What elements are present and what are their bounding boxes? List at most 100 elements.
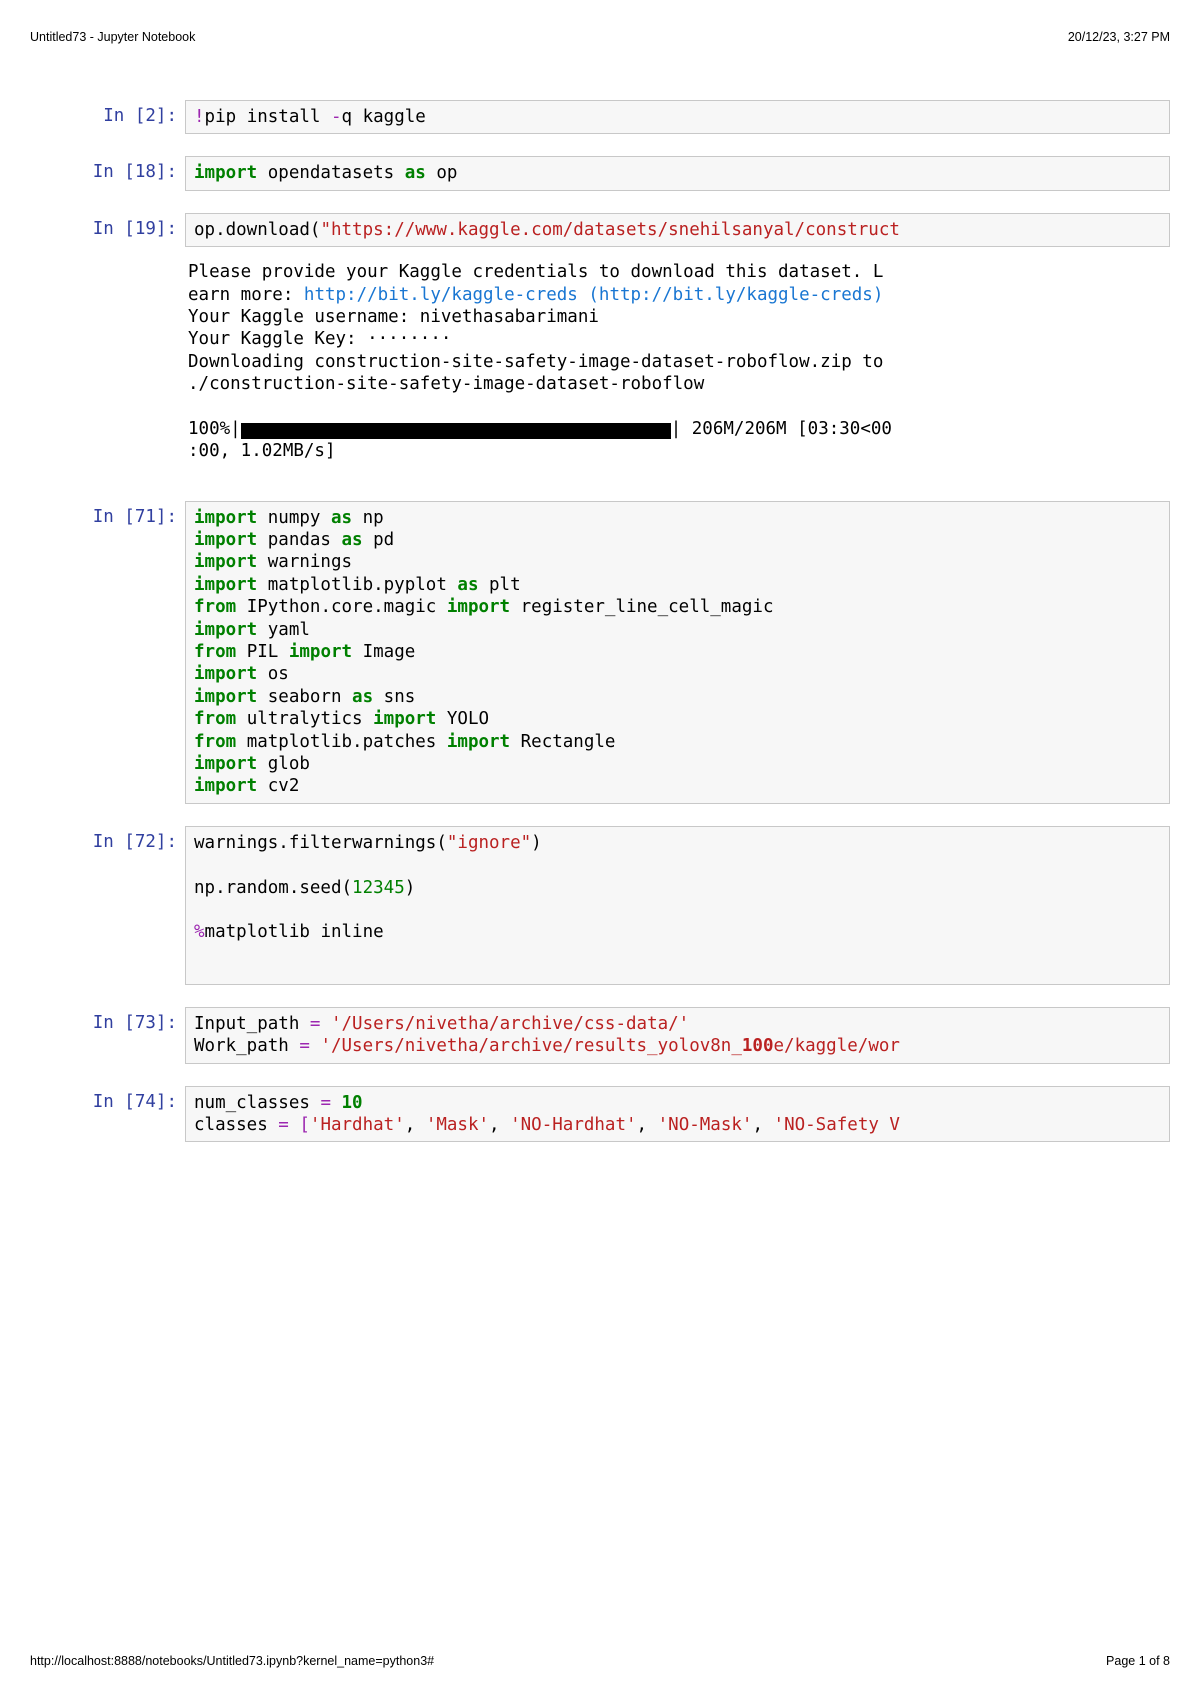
output-text: earn more:: [188, 285, 304, 305]
code-text: matplotlib.patches: [236, 732, 447, 752]
keyword-import: import: [289, 642, 352, 662]
code-text: ,: [489, 1115, 510, 1135]
keyword-import: import: [194, 620, 257, 640]
code-cell: In [71]: import numpy as np import panda…: [90, 501, 1170, 804]
code-text: seaborn: [257, 687, 352, 707]
code-text: numpy: [257, 508, 331, 528]
page-number: Page 1 of 8: [1106, 1654, 1170, 1668]
input-prompt: In [19]:: [90, 213, 185, 240]
code-text: pd: [363, 530, 395, 550]
keyword-import: import: [194, 552, 257, 572]
keyword-as: as: [352, 687, 373, 707]
code-text: matplotlib inline: [205, 922, 384, 942]
keyword-from: from: [194, 732, 236, 752]
code-text: plt: [478, 575, 520, 595]
code-text: YOLO: [436, 709, 489, 729]
string-literal: "ignore": [447, 833, 531, 853]
code-text: ultralytics: [236, 709, 373, 729]
code-input[interactable]: import numpy as np import pandas as pd i…: [185, 501, 1170, 804]
magic-operator: %: [194, 922, 205, 942]
output-text: Your Kaggle Key: ········: [188, 329, 451, 349]
keyword-import: import: [194, 530, 257, 550]
number-literal: 10: [342, 1093, 363, 1113]
string-literal: 'NO-Safety V: [774, 1115, 900, 1135]
keyword-from: from: [194, 642, 236, 662]
code-text: os: [257, 664, 289, 684]
code-cell: In [74]: num_classes = 10 classes = ['Ha…: [90, 1086, 1170, 1143]
keyword-as: as: [342, 530, 363, 550]
code-input[interactable]: warnings.filterwarnings("ignore") np.ran…: [185, 826, 1170, 985]
keyword-import: import: [194, 776, 257, 796]
code-text: np.random.seed(: [194, 878, 352, 898]
keyword-import: import: [373, 709, 436, 729]
code-cell: In [73]: Input_path = '/Users/nivetha/ar…: [90, 1007, 1170, 1064]
keyword-import: import: [194, 754, 257, 774]
code-text: num_classes: [194, 1093, 320, 1113]
code-text: pandas: [257, 530, 341, 550]
code-text: matplotlib.pyplot: [257, 575, 457, 595]
progress-bar: [241, 423, 671, 439]
input-prompt: In [2]:: [90, 100, 185, 127]
code-text: warnings.filterwarnings(: [194, 833, 447, 853]
code-cell: In [72]: warnings.filterwarnings("ignore…: [90, 826, 1170, 985]
output-text: Your Kaggle username: nivethasabarimani: [188, 307, 599, 327]
input-prompt: In [71]:: [90, 501, 185, 528]
doc-title: Untitled73 - Jupyter Notebook: [30, 30, 195, 44]
string-literal: 'Mask': [426, 1115, 489, 1135]
input-prompt: In [18]:: [90, 156, 185, 183]
keyword-import: import: [194, 163, 257, 183]
input-prompt: In [74]:: [90, 1086, 185, 1113]
keyword-import: import: [447, 597, 510, 617]
code-text: cv2: [257, 776, 299, 796]
keyword-as: as: [457, 575, 478, 595]
code-text: yaml: [257, 620, 310, 640]
output-text: Downloading construction-site-safety-ima…: [188, 352, 883, 372]
string-literal: '/Users/nivetha/archive/css-data/': [320, 1014, 689, 1034]
equals-bracket: = [: [278, 1115, 310, 1135]
keyword-from: from: [194, 709, 236, 729]
string-literal: 'NO-Hardhat': [510, 1115, 636, 1135]
string-literal: e/kaggle/wor: [774, 1036, 900, 1056]
code-text: op: [426, 163, 458, 183]
code-cell: In [18]: import opendatasets as op: [90, 156, 1170, 190]
string-literal: '/Users/nivetha/archive/results_yolov8n_: [310, 1036, 742, 1056]
code-text: pip install: [205, 107, 331, 127]
code-input[interactable]: import opendatasets as op: [185, 156, 1170, 190]
string-literal: 100: [742, 1036, 774, 1056]
output-text: :00, 1.02MB/s]: [188, 441, 336, 461]
code-text: IPython.core.magic: [236, 597, 447, 617]
keyword-as: as: [405, 163, 426, 183]
output-row: Please provide your Kaggle credentials t…: [90, 253, 1170, 463]
code-text: sns: [373, 687, 415, 707]
string-literal: 'Hardhat': [310, 1115, 405, 1135]
code-cell: In [2]: !pip install -q kaggle: [90, 100, 1170, 134]
keyword-as: as: [331, 508, 352, 528]
equals-operator: =: [310, 1014, 321, 1034]
code-text: q kaggle: [342, 107, 426, 127]
code-text: PIL: [236, 642, 289, 662]
doc-datetime: 20/12/23, 3:27 PM: [1068, 30, 1170, 44]
kaggle-creds-link[interactable]: http://bit.ly/kaggle-creds (http://bit.l…: [304, 285, 883, 305]
code-text: ): [405, 878, 416, 898]
code-input[interactable]: num_classes = 10 classes = ['Hardhat', '…: [185, 1086, 1170, 1143]
code-text: register_line_cell_magic: [510, 597, 773, 617]
notebook-body: In [2]: !pip install -q kaggle In [18]: …: [90, 100, 1170, 1164]
code-output: Please provide your Kaggle credentials t…: [185, 253, 1170, 463]
keyword-import: import: [194, 687, 257, 707]
code-input[interactable]: Input_path = '/Users/nivetha/archive/css…: [185, 1007, 1170, 1064]
equals-operator: =: [320, 1093, 341, 1113]
output-text: ./construction-site-safety-image-dataset…: [188, 374, 704, 394]
equals-operator: =: [299, 1036, 310, 1056]
code-text: Image: [352, 642, 415, 662]
code-input[interactable]: !pip install -q kaggle: [185, 100, 1170, 134]
input-prompt: In [73]:: [90, 1007, 185, 1034]
code-text: classes: [194, 1115, 278, 1135]
dash-operator: -: [331, 107, 342, 127]
code-input[interactable]: op.download("https://www.kaggle.com/data…: [185, 213, 1170, 247]
code-text: warnings: [257, 552, 352, 572]
code-text: ,: [752, 1115, 773, 1135]
code-text: op.download(: [194, 220, 320, 240]
keyword-from: from: [194, 597, 236, 617]
code-text: Rectangle: [510, 732, 615, 752]
string-literal: 'NO-Mask': [658, 1115, 753, 1135]
